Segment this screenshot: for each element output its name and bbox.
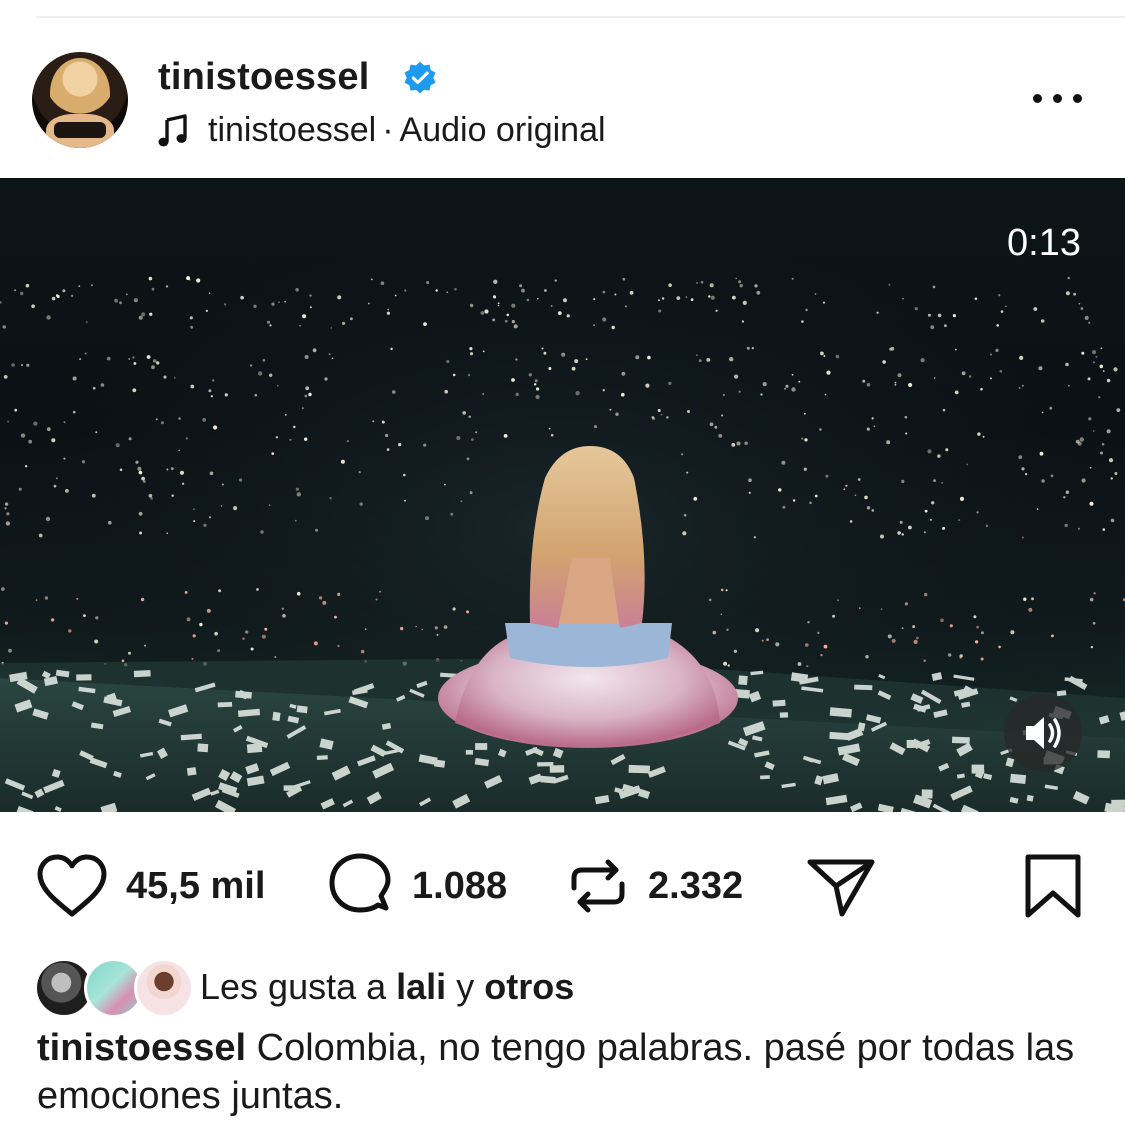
liked-by-row[interactable]: Les gusta a lali y otros <box>34 958 1094 1022</box>
liked-by-conj: y <box>456 966 475 1007</box>
comment-icon[interactable] <box>326 852 394 920</box>
liked-by-user[interactable]: lali <box>396 966 446 1007</box>
liked-by-others[interactable]: otros <box>484 966 574 1007</box>
post-caption: tinistoessel Colombia, no tengo palabras… <box>37 1024 1097 1120</box>
share-icon[interactable] <box>806 854 876 918</box>
heart-icon[interactable] <box>36 854 108 918</box>
audio-artist: tinistoessel <box>208 111 377 149</box>
audio-link[interactable]: tinistoessel · Audio original <box>208 111 606 150</box>
comment-action[interactable]: 1.088 <box>326 848 507 924</box>
video-player[interactable]: 0:13 <box>0 178 1125 812</box>
like-action[interactable]: 45,5 mil <box>36 848 265 924</box>
video-timer: 0:13 <box>1007 222 1081 264</box>
comments-count[interactable]: 1.088 <box>412 865 507 908</box>
verified-badge-icon <box>404 61 436 94</box>
post-username[interactable]: tinistoessel <box>158 56 369 99</box>
liked-by-text: Les gusta a lali y otros <box>200 966 574 1008</box>
liked-by-prefix: Les gusta a <box>200 966 387 1007</box>
concert-scene <box>0 178 1125 812</box>
avatar <box>134 958 194 1018</box>
post-header: tinistoessel tinistoessel · Audio original <box>0 18 1125 178</box>
audio-separator: · <box>382 111 394 149</box>
more-icon[interactable] <box>1033 94 1083 104</box>
audio-label: Audio original <box>399 111 606 149</box>
bookmark-action[interactable] <box>1022 848 1084 924</box>
avatar[interactable] <box>32 52 128 148</box>
repost-icon[interactable] <box>566 852 630 920</box>
reposts-count[interactable]: 2.332 <box>648 865 743 908</box>
repost-action[interactable]: 2.332 <box>566 848 743 924</box>
avatar-top <box>54 122 106 138</box>
caption-username[interactable]: tinistoessel <box>37 1027 246 1069</box>
share-action[interactable] <box>806 848 876 924</box>
bookmark-icon[interactable] <box>1022 851 1084 921</box>
likes-count[interactable]: 45,5 mil <box>126 865 265 908</box>
music-note-icon <box>158 114 187 147</box>
action-bar: 45,5 mil 1.088 2.332 <box>0 848 1125 928</box>
sound-on-icon <box>1026 717 1061 749</box>
liked-by-avatars <box>34 958 194 1020</box>
sound-toggle-button[interactable] <box>1004 694 1082 772</box>
